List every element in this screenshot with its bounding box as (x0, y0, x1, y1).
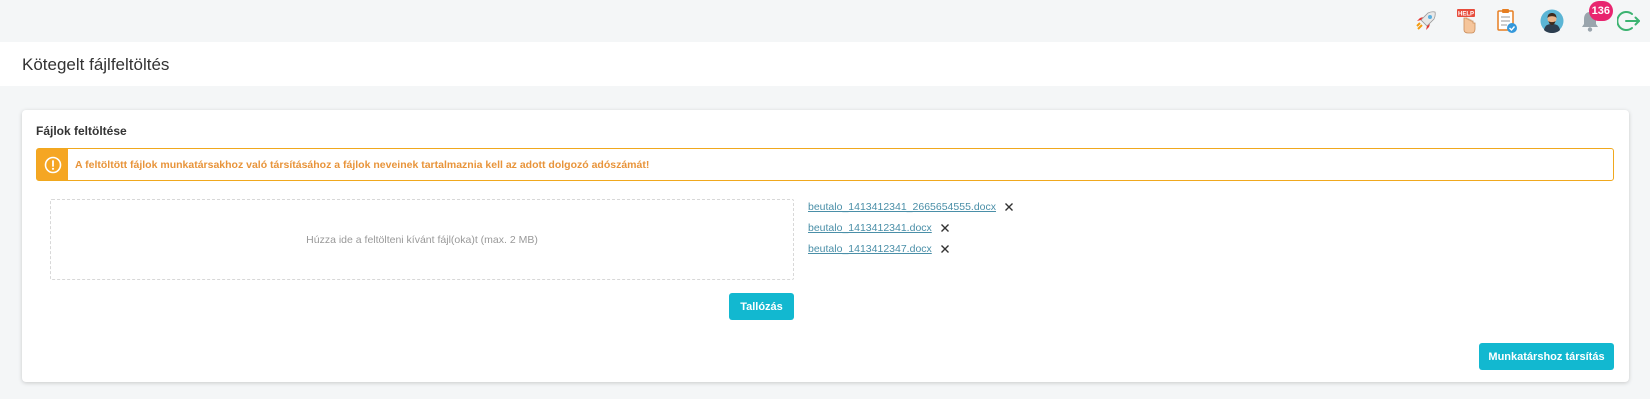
dropzone-text: Húzza ide a feltölteni kívánt fájl(oka)t… (306, 233, 538, 246)
help-label: HELP (1458, 12, 1474, 18)
close-icon[interactable] (939, 243, 951, 255)
avatar[interactable] (1539, 8, 1565, 34)
checklist-icon[interactable] (1494, 8, 1520, 34)
bell-icon[interactable]: 136 (1577, 1, 1613, 34)
logout-icon[interactable] (1616, 8, 1642, 34)
help-icon[interactable]: HELP (1454, 8, 1480, 34)
uploaded-file-list: beutalo_1413412341_2665654555.docx beuta… (808, 196, 1015, 259)
file-link[interactable]: beutalo_1413412347.docx (808, 243, 932, 255)
upload-card: Fájlok feltöltése A feltöltött fájlok mu… (22, 110, 1629, 382)
list-item: beutalo_1413412341.docx (808, 217, 1015, 238)
warning-alert: A feltöltött fájlok munkatársakhoz való … (36, 148, 1614, 181)
file-dropzone[interactable]: Húzza ide a feltölteni kívánt fájl(oka)t… (50, 199, 794, 280)
close-icon[interactable] (1003, 201, 1015, 213)
close-icon[interactable] (939, 222, 951, 234)
top-bar: HELP 136 (0, 0, 1650, 42)
rocket-icon[interactable] (1413, 8, 1439, 34)
file-link[interactable]: beutalo_1413412341.docx (808, 222, 932, 234)
alert-text: A feltöltött fájlok munkatársakhoz való … (75, 158, 650, 171)
page-title: Kötegelt fájlfeltöltés (22, 55, 170, 74)
card-title: Fájlok feltöltése (36, 124, 127, 138)
assign-to-employee-button[interactable]: Munkatárshoz társítás (1479, 343, 1614, 370)
file-link[interactable]: beutalo_1413412341_2665654555.docx (808, 201, 996, 213)
page-header: Kötegelt fájlfeltöltés (0, 42, 1650, 86)
warning-icon (37, 149, 68, 180)
list-item: beutalo_1413412341_2665654555.docx (808, 196, 1015, 217)
notification-badge: 136 (1588, 1, 1613, 21)
list-item: beutalo_1413412347.docx (808, 238, 1015, 259)
browse-button[interactable]: Tallózás (729, 293, 794, 320)
